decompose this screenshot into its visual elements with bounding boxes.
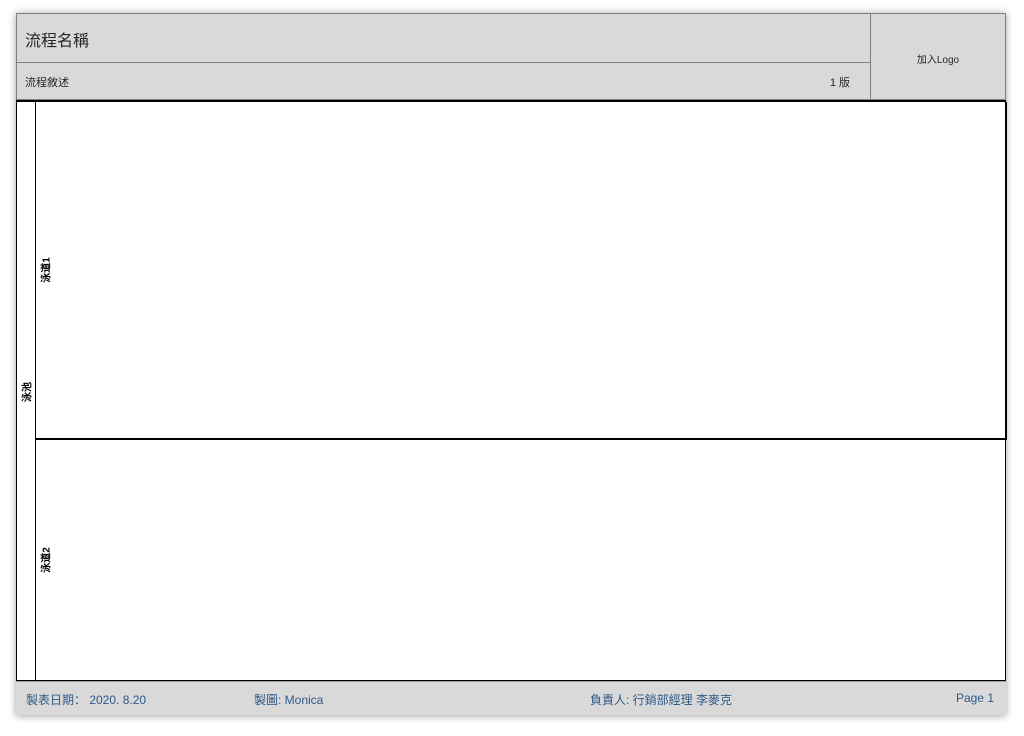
flowchart-sheet: 流程名稱 流程敘述 1 版 加入Logo 泳池 泳道1 泳道2 製表日期： 20… (16, 13, 1007, 715)
process-title-cell: 流程名稱 (16, 13, 871, 63)
swimlane-pool[interactable]: 泳池 泳道1 泳道2 (16, 100, 1007, 681)
process-title[interactable]: 流程名稱 (25, 27, 89, 51)
version-label[interactable]: 1 版 (830, 74, 850, 90)
footer-page-number: Page 1 (955, 691, 994, 705)
logo-placeholder: 加入Logo (916, 55, 960, 66)
logo-cell[interactable]: 加入Logo (871, 13, 1006, 100)
footer-author: 製圖: Monica (254, 693, 324, 707)
pool-label[interactable]: 泳池 (19, 382, 34, 402)
process-description[interactable]: 流程敘述 (25, 74, 69, 90)
lane-label-2[interactable]: 泳道2 (38, 547, 53, 573)
swimlane-1[interactable]: 泳道1 (36, 102, 1007, 440)
footer-owner: 負責人: 行銷部經理 李麥克 (590, 693, 733, 707)
process-description-cell: 流程敘述 1 版 (16, 63, 871, 100)
footer-bar: 製表日期： 2020. 8.20 製圖: Monica 負責人: 行銷部經理 李… (16, 681, 1006, 715)
swimlane-2[interactable]: 泳道2 (36, 440, 1007, 681)
pool-label-column: 泳池 (17, 102, 36, 680)
lane-label-1[interactable]: 泳道1 (38, 257, 53, 283)
footer-date: 製表日期： 2020. 8.20 (26, 693, 147, 707)
